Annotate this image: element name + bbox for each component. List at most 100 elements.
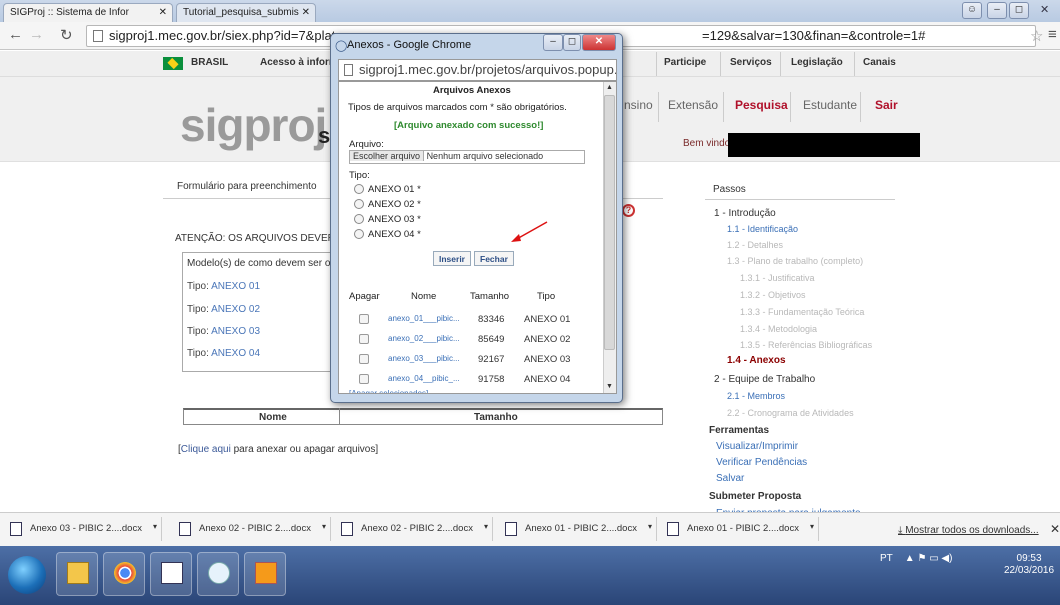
logo-tail: s [318, 123, 331, 148]
close-icon[interactable]: ✕ [1050, 522, 1060, 536]
file-link[interactable]: anexo_02___pibic... [388, 334, 460, 343]
forward-icon[interactable]: → [29, 26, 44, 43]
step-item: 1.2 - Detalhes [727, 240, 784, 250]
fechar-button[interactable]: Fechar [474, 251, 514, 266]
close-window-icon[interactable]: ✕ [1040, 3, 1049, 16]
nav-sair[interactable]: Sair [875, 98, 898, 112]
modelo-link[interactable]: ANEXO 02 [211, 304, 260, 315]
radio-label: ANEXO 01 * [368, 184, 421, 195]
divider [723, 92, 724, 122]
close-icon[interactable]: ✕ [582, 34, 616, 51]
apagar-checkbox[interactable] [359, 354, 369, 364]
modelo-link[interactable]: ANEXO 03 [211, 326, 260, 337]
gov-servicos[interactable]: Serviços [730, 57, 772, 68]
modelo-link[interactable]: ANEXO 01 [211, 281, 260, 292]
popup-address-bar[interactable]: sigproj1.mec.gov.br/projetos/arquivos.po… [338, 59, 617, 81]
tray-icons[interactable]: ▲ ⚑ ▭ ◀) [905, 553, 953, 564]
docx-file-icon [341, 522, 353, 536]
choose-file-button[interactable]: Escolher arquivo [350, 151, 425, 161]
minimize-icon[interactable]: – [987, 2, 1007, 19]
download-item[interactable]: Anexo 02 - PIBIC 2....docx ▾ [333, 517, 493, 541]
nav-pesquisa[interactable]: Pesquisa [735, 98, 788, 112]
col-nome: Nome [411, 291, 437, 302]
divider [854, 52, 855, 76]
paint-icon[interactable] [197, 552, 239, 596]
language-indicator[interactable]: PT [880, 553, 893, 564]
radio-anexo-03[interactable] [354, 214, 364, 224]
tool-salvar[interactable]: Salvar [716, 473, 744, 484]
menu-icon[interactable]: ≡ [1048, 26, 1057, 43]
step-item: 1.3.1 - Justificativa [740, 273, 815, 283]
file-link[interactable]: anexo_04__pibic_... [388, 374, 460, 383]
col-nome: Nome [259, 412, 287, 423]
divider [790, 92, 791, 122]
chevron-down-icon[interactable]: ▾ [648, 522, 652, 531]
radio-anexo-04[interactable] [354, 229, 364, 239]
explorer-icon[interactable] [56, 552, 98, 596]
clique-aqui-link[interactable]: Clique aqui [181, 444, 231, 455]
radio-anexo-02[interactable] [354, 199, 364, 209]
close-icon[interactable]: ✕ [159, 7, 167, 18]
tab-sigproj[interactable]: SIGProj :: Sistema de Infor ✕ [3, 3, 173, 22]
file-link[interactable]: anexo_01___pibic... [388, 314, 460, 323]
download-label: Anexo 02 - PIBIC 2....docx [199, 523, 311, 534]
help-icon[interactable]: ? [622, 204, 635, 217]
divider [656, 52, 657, 76]
file-input[interactable]: Escolher arquivo Nenhum arquivo selecion… [349, 150, 585, 164]
chevron-down-icon[interactable]: ▾ [810, 522, 814, 531]
step-item[interactable]: 2.1 - Membros [727, 391, 785, 401]
clock[interactable]: 09:53 22/03/2016 [1004, 553, 1054, 577]
file-link[interactable]: anexo_03___pibic... [388, 354, 460, 363]
reload-icon[interactable]: ↻ [60, 26, 73, 44]
back-icon[interactable]: ← [8, 26, 23, 43]
maximize-icon[interactable]: ◻ [1009, 2, 1029, 19]
download-item[interactable]: Anexo 01 - PIBIC 2....docx ▾ [497, 517, 657, 541]
step-item[interactable]: 2 - Equipe de Trabalho [714, 374, 815, 385]
step-item[interactable]: 1.1 - Identificação [727, 224, 798, 234]
star-icon[interactable]: ☆ [1030, 27, 1043, 45]
nav-extensao[interactable]: Extensão [668, 98, 718, 112]
tool-pendencias[interactable]: Verificar Pendências [716, 457, 807, 468]
modelo-item: Tipo: ANEXO 01 [187, 281, 260, 292]
download-item[interactable]: Anexo 03 - PIBIC 2....docx ▾ [2, 517, 162, 541]
scrollbar-thumb[interactable] [604, 95, 615, 350]
scroll-down-icon[interactable]: ▼ [606, 383, 613, 390]
nav-estudante[interactable]: Estudante [803, 98, 857, 112]
apagar-checkbox[interactable] [359, 314, 369, 324]
popup-subheading: Tipos de arquivos marcados com * são obr… [348, 102, 567, 113]
gov-acesso[interactable]: Acesso à inform [260, 57, 338, 68]
minimize-icon[interactable]: – [543, 34, 563, 51]
step-item[interactable]: 1.4 - Anexos [727, 355, 786, 366]
chevron-down-icon[interactable]: ▾ [484, 522, 488, 531]
show-all-downloads-link[interactable]: ⤓ Mostrar todos os downloads... [898, 525, 1039, 536]
chevron-down-icon[interactable]: ▾ [153, 522, 157, 531]
apagar-selecionados-link[interactable]: [Apagar selecionados] [349, 389, 428, 393]
file-size: 92167 [478, 354, 505, 365]
gov-legislacao[interactable]: Legislação [791, 57, 843, 68]
inserir-button[interactable]: Inserir [433, 251, 471, 266]
step-item: 1.3.3 - Fundamentação Teórica [740, 307, 865, 317]
start-button[interactable] [8, 556, 46, 594]
download-label: Anexo 01 - PIBIC 2....docx [687, 523, 799, 534]
document-icon[interactable] [150, 552, 192, 596]
chevron-down-icon[interactable]: ▾ [322, 522, 326, 531]
tool-visualizar[interactable]: Visualizar/Imprimir [716, 441, 798, 452]
apagar-checkbox[interactable] [359, 334, 369, 344]
chrome-icon[interactable] [103, 552, 145, 596]
modelo-link[interactable]: ANEXO 04 [211, 348, 260, 359]
scroll-up-icon[interactable]: ▲ [606, 84, 613, 91]
download-item[interactable]: Anexo 01 - PIBIC 2....docx ▾ [659, 517, 819, 541]
user-icon[interactable]: ☺ [962, 2, 982, 19]
pdf-icon[interactable] [244, 552, 286, 596]
gov-brasil[interactable]: BRASIL [191, 57, 228, 68]
close-icon[interactable]: ✕ [302, 7, 310, 18]
radio-anexo-01[interactable] [354, 184, 364, 194]
nav-ensino[interactable]: nsino [624, 98, 653, 112]
gov-canais[interactable]: Canais [863, 57, 896, 68]
gov-participe[interactable]: Participe [664, 57, 706, 68]
tab-tutorial[interactable]: Tutorial_pesquisa_submis ✕ [176, 3, 316, 22]
maximize-icon[interactable]: ◻ [563, 34, 581, 51]
step-item[interactable]: 1 - Introdução [714, 208, 776, 219]
apagar-checkbox[interactable] [359, 374, 369, 384]
download-item[interactable]: Anexo 02 - PIBIC 2....docx ▾ [171, 517, 331, 541]
